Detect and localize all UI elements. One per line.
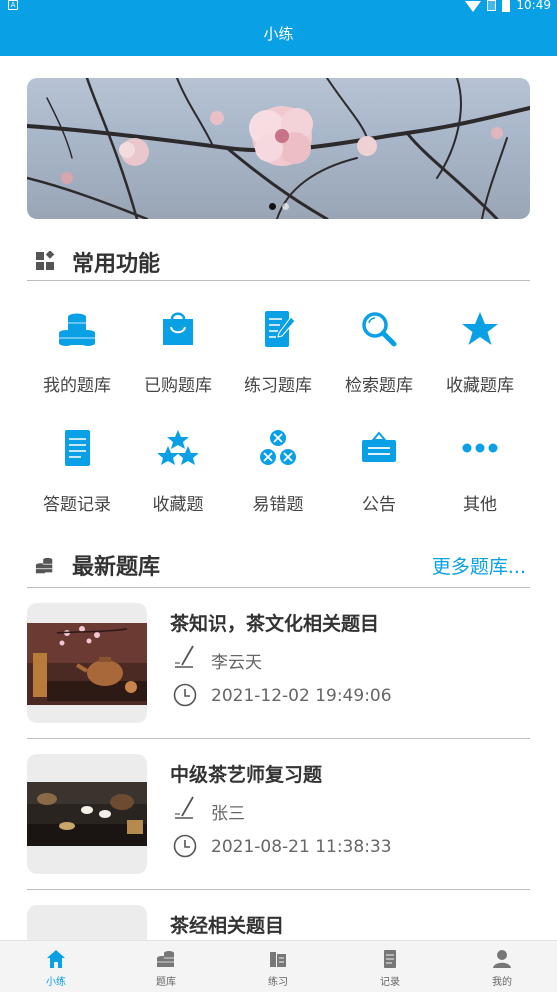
- home-icon: [47, 950, 65, 968]
- clock: 10:49: [516, 0, 551, 12]
- notification-a-icon: A: [8, 0, 18, 10]
- tea-set-thumbnail: [27, 603, 147, 723]
- carousel-indicator[interactable]: [27, 203, 530, 210]
- database-icon: [157, 951, 174, 967]
- star-icon: [462, 312, 498, 345]
- clock-icon: [173, 683, 197, 707]
- bottom-tab-bar: 小练 题库 练习 记录 我的: [0, 940, 557, 992]
- answer-record-button[interactable]: 答题记录: [27, 428, 127, 528]
- more-banks-link[interactable]: 更多题库...: [432, 552, 526, 579]
- bank-title: 茶经相关题目: [170, 915, 285, 937]
- latest-bank-header: 最新题库 更多题库...: [27, 544, 530, 588]
- document-list-icon: [65, 430, 90, 466]
- magnifier-icon: [362, 312, 397, 347]
- notice-button[interactable]: 公告: [329, 428, 429, 528]
- books-icon: [270, 952, 286, 967]
- more-dots-icon: [462, 443, 498, 453]
- wrong-questions-button[interactable]: 易错题: [228, 428, 328, 528]
- tea-ceremony-thumbnail: [27, 754, 147, 874]
- bank-author: 张三: [211, 804, 245, 824]
- three-crosses-icon: [260, 430, 296, 465]
- page-title: 小练: [263, 25, 294, 43]
- author-pen-icon: [175, 796, 194, 819]
- notepad-pen-icon: [265, 311, 296, 347]
- practice-bank-button[interactable]: 练习题库: [228, 309, 328, 409]
- search-bank-button[interactable]: 检索题库: [329, 309, 429, 409]
- bank-title: 茶知识，茶文化相关题目: [170, 613, 380, 635]
- tab-practice[interactable]: 练习: [222, 941, 334, 992]
- common-functions-header: 常用功能: [27, 241, 530, 281]
- wifi-icon: [465, 0, 482, 12]
- my-question-bank-button[interactable]: 我的题库: [27, 309, 127, 409]
- list-item[interactable]: 中级茶艺师复习题 张三 2021-08-21 11:38:33: [27, 754, 530, 890]
- user-icon: [493, 950, 511, 968]
- notice-board-icon: [362, 431, 396, 462]
- document-icon: [384, 950, 396, 968]
- app-header: 小练: [0, 12, 557, 56]
- list-item[interactable]: 茶经相关题目: [27, 905, 530, 941]
- section-title: 常用功能: [72, 252, 161, 277]
- status-bar: A 10:49: [0, 0, 557, 12]
- database-stack-icon: [59, 313, 95, 346]
- bank-date: 2021-12-02 19:49:06: [211, 686, 392, 706]
- blossom-photo: [27, 78, 530, 219]
- three-stars-icon: [158, 430, 198, 465]
- status-icons: 10:49: [465, 0, 551, 12]
- section-title: 最新题库: [72, 555, 161, 580]
- bank-thumbnail: [27, 905, 147, 941]
- no-sim-icon: [487, 0, 497, 11]
- tab-home[interactable]: 小练: [0, 941, 112, 992]
- battery-icon: [502, 0, 511, 12]
- tab-records[interactable]: 记录: [334, 941, 446, 992]
- clock-icon: [173, 834, 197, 858]
- purchased-bank-button[interactable]: 已购题库: [128, 309, 228, 409]
- favorite-questions-button[interactable]: 收藏题: [128, 428, 228, 528]
- database-small-icon: [35, 557, 53, 574]
- author-pen-icon: [175, 645, 194, 668]
- carousel-dot[interactable]: [268, 203, 276, 210]
- bank-title: 中级茶艺师复习题: [170, 764, 323, 786]
- shopping-bag-icon: [163, 312, 193, 345]
- bank-date: 2021-08-21 11:38:33: [211, 837, 392, 857]
- tab-question-bank[interactable]: 题库: [110, 941, 222, 992]
- more-button[interactable]: 其他: [430, 428, 530, 528]
- list-item[interactable]: 茶知识，茶文化相关题目 李云天 2021-12-02 19:49:06: [27, 603, 530, 739]
- tab-profile[interactable]: 我的: [446, 941, 557, 992]
- favorite-bank-button[interactable]: 收藏题库: [430, 309, 530, 409]
- bank-author: 李云天: [211, 653, 262, 673]
- carousel-dot[interactable]: [281, 203, 289, 210]
- banner-carousel[interactable]: [27, 78, 530, 219]
- grid-diamond-icon: [36, 251, 55, 270]
